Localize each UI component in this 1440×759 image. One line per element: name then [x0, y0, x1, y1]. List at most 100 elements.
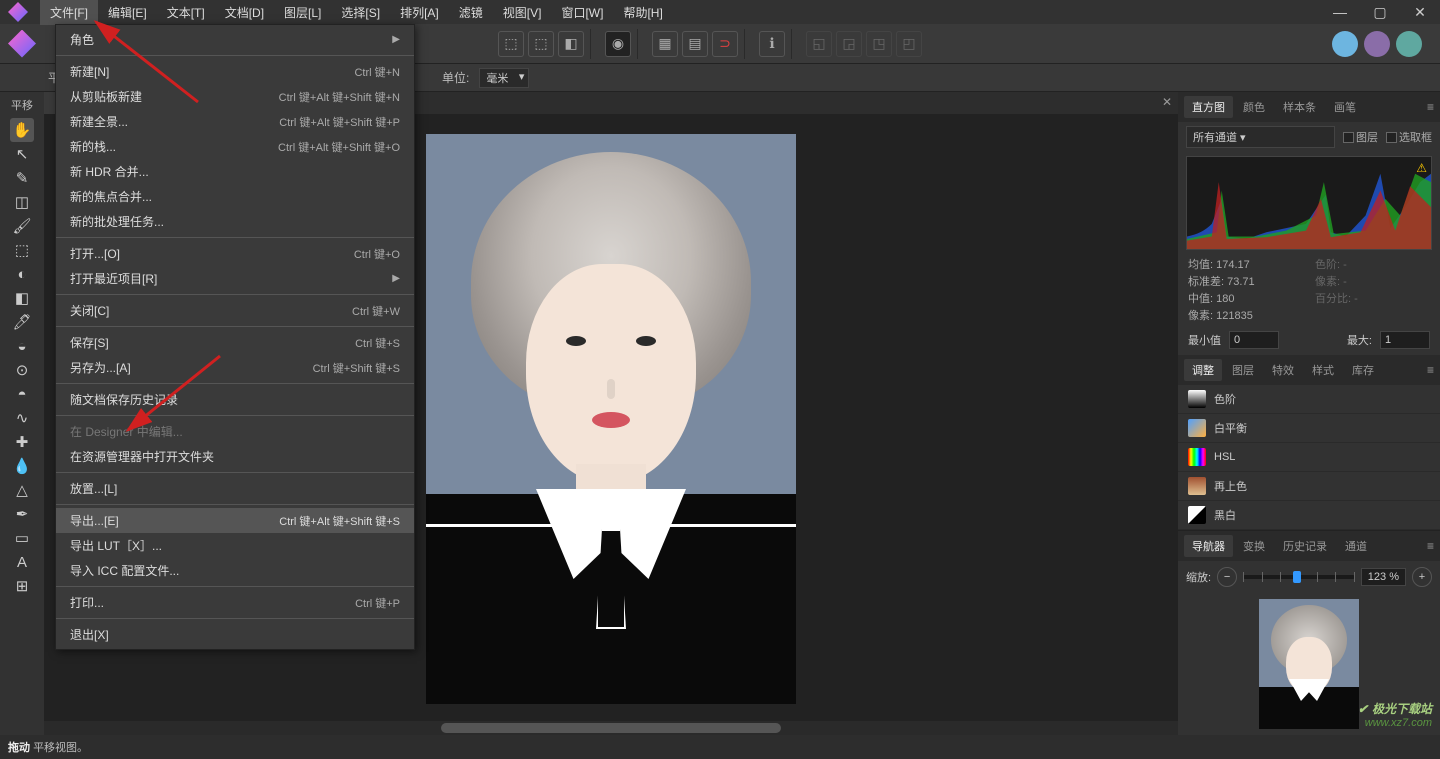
menu-item-导出...[E][interactable]: 导出...[E]Ctrl 键+Alt 键+Shift 键+S [56, 508, 414, 533]
menu-item-放置...[L][interactable]: 放置...[L] [56, 476, 414, 501]
menu-item-新建[N][interactable]: 新建[N]Ctrl 键+N [56, 59, 414, 84]
tool-text[interactable]: A [10, 550, 34, 574]
menu-选择[S][interactable]: 选择[S] [331, 0, 390, 25]
grid-icon[interactable]: ▦ [652, 31, 678, 57]
menu-item-随文档保存历史记录[interactable]: 随文档保存历史记录 [56, 387, 414, 412]
arrange-forward-icon[interactable]: ◳ [866, 31, 892, 57]
menu-item-在资源管理器中打开文件夹[interactable]: 在资源管理器中打开文件夹 [56, 444, 414, 469]
tool-brush[interactable]: 🖌 [10, 214, 34, 238]
tab-样本条[interactable]: 样本条 [1275, 96, 1324, 118]
menu-item-打印...[interactable]: 打印...Ctrl 键+P [56, 590, 414, 615]
zoom-value[interactable]: 123 % [1361, 568, 1406, 586]
menu-item-关闭[C][interactable]: 关闭[C]Ctrl 键+W [56, 298, 414, 323]
menu-视图[V][interactable]: 视图[V] [493, 0, 552, 25]
close-document-icon[interactable]: ✕ [1162, 95, 1172, 109]
channel-select[interactable]: 所有通道 ▾ [1186, 126, 1335, 148]
fill-icon[interactable]: ◉ [605, 31, 631, 57]
menu-帮助[H][interactable]: 帮助[H] [613, 0, 672, 25]
adjustment-白平衡[interactable]: 白平衡 [1178, 414, 1440, 443]
tab-直方图[interactable]: 直方图 [1184, 96, 1233, 118]
tab-变换[interactable]: 变换 [1235, 535, 1273, 557]
adjustment-HSL[interactable]: HSL [1178, 443, 1440, 472]
maximize-button[interactable]: ▢ [1360, 0, 1400, 24]
tool-erase[interactable]: ◒ [10, 334, 34, 358]
tab-颜色[interactable]: 颜色 [1235, 96, 1273, 118]
tool-color-picker[interactable]: ✎ [10, 166, 34, 190]
menu-item-从剪贴板新建[interactable]: 从剪贴板新建Ctrl 键+Alt 键+Shift 键+N [56, 84, 414, 109]
develop-persona-icon[interactable] [1396, 31, 1422, 57]
close-button[interactable]: ✕ [1400, 0, 1440, 24]
tool-selection[interactable]: ⬚ [10, 238, 34, 262]
panel-menu-icon[interactable]: ≡ [1427, 539, 1434, 553]
min-input[interactable] [1229, 331, 1279, 349]
menu-item-新的栈...[interactable]: 新的栈...Ctrl 键+Alt 键+Shift 键+O [56, 134, 414, 159]
tool-crop[interactable]: ◫ [10, 190, 34, 214]
menu-item-退出[X][interactable]: 退出[X] [56, 622, 414, 647]
zoom-slider[interactable] [1243, 575, 1355, 579]
menu-文本[T][interactable]: 文本[T] [157, 0, 215, 25]
tab-画笔[interactable]: 画笔 [1326, 96, 1364, 118]
menu-item-打开...[O][interactable]: 打开...[O]Ctrl 键+O [56, 241, 414, 266]
layer-checkbox[interactable]: 图层 [1343, 129, 1378, 145]
menu-item-保存[S][interactable]: 保存[S]Ctrl 键+S [56, 330, 414, 355]
menu-item-打开最近项目[R][interactable]: 打开最近项目[R]▶ [56, 266, 414, 291]
photo-persona-icon[interactable] [1332, 31, 1358, 57]
tool-heal[interactable]: ✚ [10, 430, 34, 454]
menu-item-导出 LUT［X］...[interactable]: 导出 LUT［X］... [56, 533, 414, 558]
selection-checkbox[interactable]: 选取框 [1386, 129, 1432, 145]
tool-paint[interactable]: 🖊 [10, 310, 34, 334]
liquify-persona-icon[interactable] [1364, 31, 1390, 57]
tab-特效[interactable]: 特效 [1264, 359, 1302, 381]
tool-mesh[interactable]: ⊞ [10, 574, 34, 598]
quick-mask-icon[interactable]: ◧ [558, 31, 584, 57]
zoom-in-button[interactable]: + [1412, 567, 1432, 587]
tab-调整[interactable]: 调整 [1184, 359, 1222, 381]
menu-item-导入 ICC 配置文件...[interactable]: 导入 ICC 配置文件... [56, 558, 414, 583]
tool-smudge[interactable]: ∿ [10, 406, 34, 430]
tab-图层[interactable]: 图层 [1224, 359, 1262, 381]
menu-item-另存为...[A][interactable]: 另存为...[A]Ctrl 键+Shift 键+S [56, 355, 414, 380]
navigator-preview[interactable] [1259, 599, 1359, 729]
minimize-button[interactable]: — [1320, 0, 1360, 24]
tool-shape[interactable]: ▭ [10, 526, 34, 550]
unit-select[interactable]: 毫米 ▾ [479, 68, 529, 88]
menu-滤镜[interactable]: 滤镜 [449, 0, 493, 25]
tool-dodge[interactable]: ◓ [10, 382, 34, 406]
horizontal-scrollbar[interactable] [44, 721, 1178, 735]
adjustment-再上色[interactable]: 再上色 [1178, 472, 1440, 501]
tab-样式[interactable]: 样式 [1304, 359, 1342, 381]
tool-flood[interactable]: ◐ [10, 262, 34, 286]
panel-menu-icon[interactable]: ≡ [1427, 363, 1434, 377]
tool-gradient[interactable]: ◧ [10, 286, 34, 310]
adjustment-色阶[interactable]: 色阶 [1178, 385, 1440, 414]
menu-item-新的批处理任务...[interactable]: 新的批处理任务... [56, 209, 414, 234]
tab-历史记录[interactable]: 历史记录 [1275, 535, 1335, 557]
selection-subtract-icon[interactable]: ⬚ [528, 31, 554, 57]
tool-move[interactable]: ↖ [10, 142, 34, 166]
tab-通道[interactable]: 通道 [1337, 535, 1375, 557]
menu-item-新 HDR 合并...[interactable]: 新 HDR 合并... [56, 159, 414, 184]
menu-item-新建全景...[interactable]: 新建全景...Ctrl 键+Alt 键+Shift 键+P [56, 109, 414, 134]
tool-blur[interactable]: 💧 [10, 454, 34, 478]
tab-导航器[interactable]: 导航器 [1184, 535, 1233, 557]
arrange-back-icon[interactable]: ◱ [806, 31, 832, 57]
menu-item-角色[interactable]: 角色▶ [56, 27, 414, 52]
tab-库存[interactable]: 库存 [1344, 359, 1382, 381]
arrange-front-icon[interactable]: ◰ [896, 31, 922, 57]
menu-图层[L][interactable]: 图层[L] [274, 0, 331, 25]
tool-clone[interactable]: ⊙ [10, 358, 34, 382]
assistant-icon[interactable]: ℹ [759, 31, 785, 57]
grid2-icon[interactable]: ▤ [682, 31, 708, 57]
tool-sharpen[interactable]: △ [10, 478, 34, 502]
menu-文档[D][interactable]: 文档[D] [215, 0, 274, 25]
menu-编辑[E][interactable]: 编辑[E] [98, 0, 157, 25]
menu-item-新的焦点合并...[interactable]: 新的焦点合并... [56, 184, 414, 209]
adjustment-黑白[interactable]: 黑白 [1178, 501, 1440, 530]
menu-排列[A][interactable]: 排列[A] [390, 0, 449, 25]
snap-icon[interactable]: ⊃ [712, 31, 738, 57]
tool-hand[interactable]: ✋ [10, 118, 34, 142]
menu-窗口[W][interactable]: 窗口[W] [551, 0, 613, 25]
menu-文件[F][interactable]: 文件[F] [40, 0, 98, 25]
panel-menu-icon[interactable]: ≡ [1427, 100, 1434, 114]
tool-pen[interactable]: ✒ [10, 502, 34, 526]
